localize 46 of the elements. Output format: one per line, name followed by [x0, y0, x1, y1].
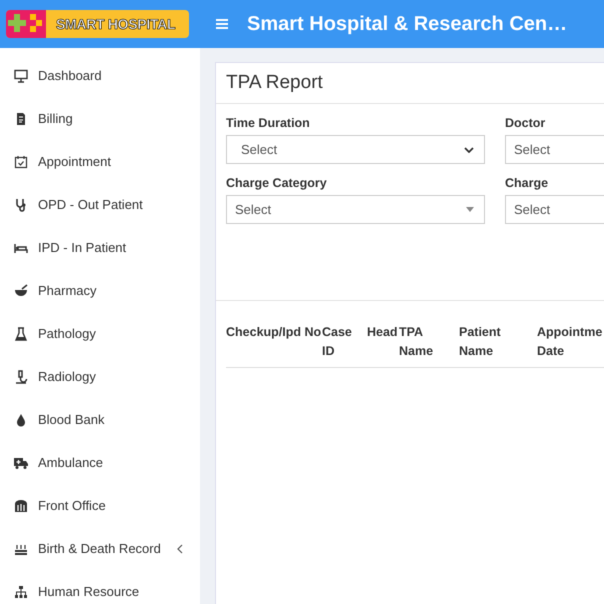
- column-header: Appointme Date: [537, 324, 604, 360]
- sidebar-row[interactable]: Blood Bank: [0, 398, 192, 441]
- select-field[interactable]: Select: [226, 195, 485, 224]
- select-field[interactable]: Select: [505, 135, 604, 164]
- menu-icon[interactable]: [216, 19, 228, 29]
- field-label: Charge Category: [226, 176, 328, 190]
- sidebar-row[interactable]: Human Resource: [0, 570, 192, 604]
- triangle-down-icon: [466, 207, 474, 212]
- ambulance-icon: [14, 456, 28, 470]
- sidebar-row[interactable]: Radiology: [0, 355, 192, 398]
- column-header: TPA Name: [399, 324, 434, 360]
- column-header: Case ID: [322, 324, 353, 360]
- building-icon: [14, 498, 28, 512]
- column-header: Patient Name: [459, 324, 502, 360]
- sidebar-row[interactable]: Billing: [0, 97, 192, 140]
- flask-icon: [14, 326, 28, 340]
- app-title: Smart Hospital & Research Cen…: [247, 12, 568, 36]
- field-label: Time Duration: [226, 116, 311, 130]
- microscope-icon: [14, 370, 28, 384]
- sidebar-row[interactable]: Pathology: [0, 312, 192, 355]
- sitemap-icon: [14, 584, 28, 598]
- chevron-down-icon: [464, 146, 474, 152]
- sidebar-row[interactable]: OPD - Out Patient: [0, 183, 192, 226]
- column-header: Head: [367, 324, 399, 341]
- sidebar-row[interactable]: Appointment: [0, 140, 192, 183]
- select-field[interactable]: Select: [505, 195, 604, 224]
- sidebar-row[interactable]: IPD - In Patient: [0, 226, 192, 269]
- sidebar-row[interactable]: Pharmacy: [0, 269, 192, 312]
- mortar-icon: [14, 284, 28, 298]
- stethoscope-icon: [14, 198, 28, 212]
- calendar-icon: [14, 154, 28, 168]
- cross-logo-icon: [6, 10, 46, 38]
- card-title: TPA Report: [216, 63, 604, 104]
- select-field[interactable]: Select: [226, 135, 485, 164]
- field-label: Doctor: [505, 116, 546, 130]
- monitor-icon: [14, 68, 28, 82]
- sidebar-row[interactable]: Birth & Death Record: [0, 527, 192, 570]
- chevron-left-icon[interactable]: [176, 544, 183, 554]
- sidebar-row[interactable]: Dashboard: [0, 54, 192, 97]
- sidebar-row[interactable]: Front Office: [0, 484, 192, 527]
- logo-text: SMART HOSPITAL: [56, 16, 176, 32]
- document-icon: [14, 112, 28, 126]
- sidebar-row[interactable]: Ambulance: [0, 441, 192, 484]
- column-header: Checkup/Ipd No: [226, 324, 322, 341]
- drop-icon: [14, 412, 28, 426]
- field-label: Charge: [505, 176, 550, 190]
